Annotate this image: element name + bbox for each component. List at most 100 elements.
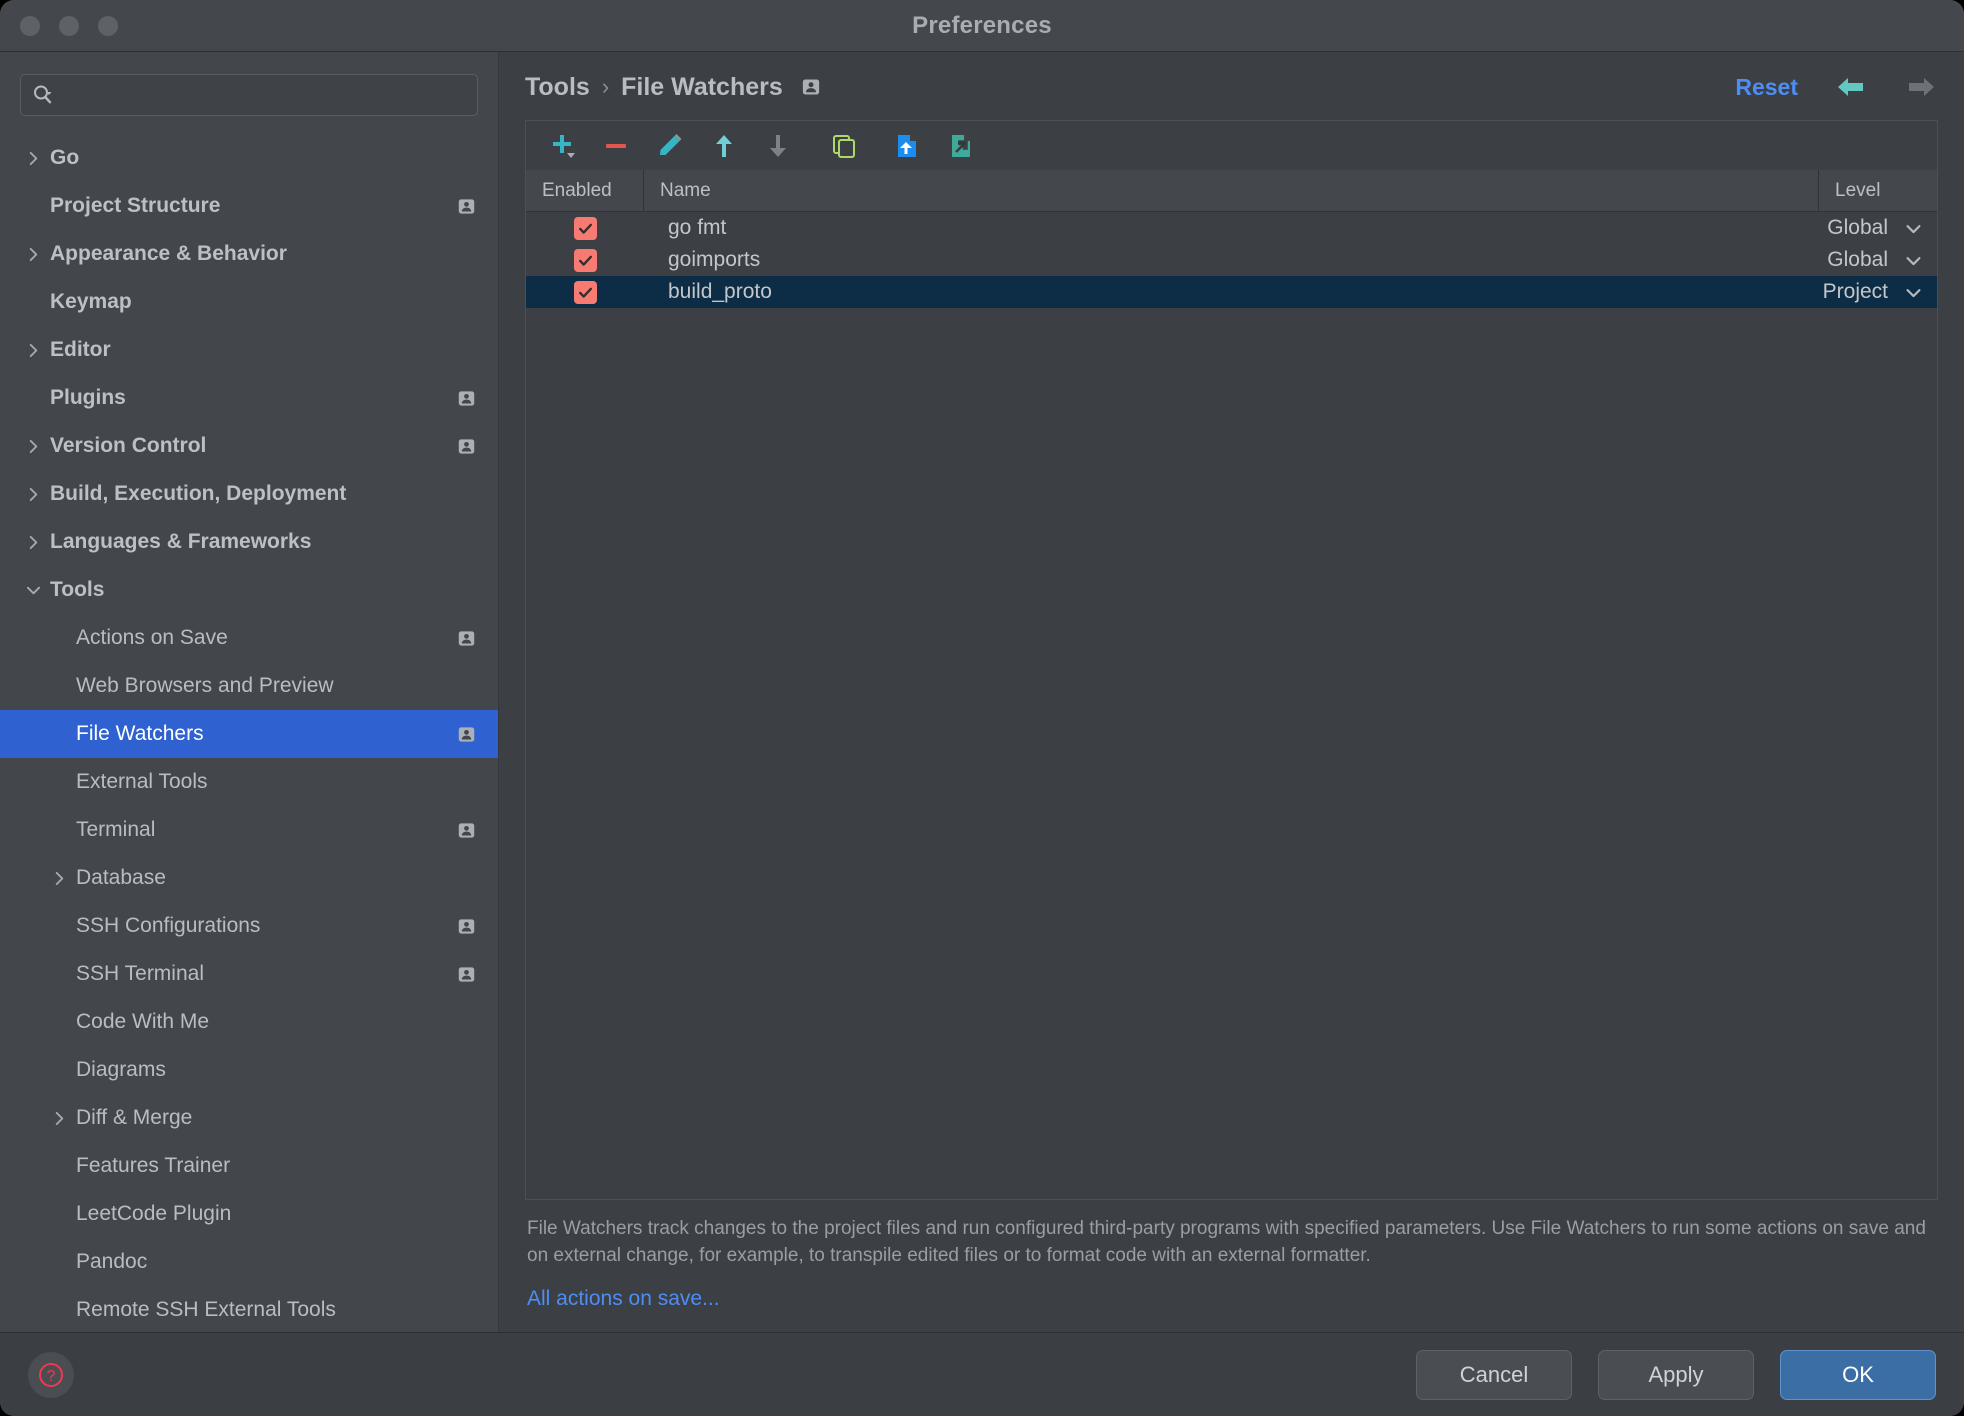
sidebar-item-label: Diff & Merge bbox=[76, 1106, 193, 1129]
preferences-window: Preferences Go Project Structure Appearanc bbox=[0, 0, 1964, 1416]
sidebar-item-database[interactable]: Database bbox=[0, 854, 498, 902]
add-watcher-button[interactable] bbox=[540, 126, 584, 166]
sidebar-item-label: Build, Execution, Deployment bbox=[50, 482, 347, 505]
project-scope-badge-icon bbox=[801, 77, 821, 97]
copy-icon[interactable] bbox=[822, 126, 866, 166]
chevron-right-icon[interactable] bbox=[22, 243, 44, 265]
sidebar-item-keymap[interactable]: Keymap bbox=[0, 278, 498, 326]
apply-button[interactable]: Apply bbox=[1598, 1349, 1754, 1400]
enabled-cell bbox=[526, 248, 644, 272]
sidebar-item-code-with-me[interactable]: Code With Me bbox=[0, 998, 498, 1046]
watcher-name-cell: go fmt bbox=[668, 216, 727, 239]
project-scope-badge-icon bbox=[457, 917, 476, 936]
column-header-name[interactable]: Name bbox=[644, 170, 1819, 211]
sidebar-item-build-execution-deployment[interactable]: Build, Execution, Deployment bbox=[0, 470, 498, 518]
window-title: Preferences bbox=[912, 11, 1052, 39]
sidebar-item-languages-frameworks[interactable]: Languages & Frameworks bbox=[0, 518, 498, 566]
import-file-icon[interactable] bbox=[884, 126, 928, 166]
chevron-down-icon[interactable] bbox=[22, 579, 44, 601]
remove-watcher-button[interactable] bbox=[594, 126, 638, 166]
project-scope-badge-icon bbox=[457, 725, 476, 744]
sidebar-item-label: Database bbox=[76, 866, 166, 889]
panel-description: File Watchers track changes to the proje… bbox=[525, 1200, 1938, 1314]
chevron-down-icon[interactable] bbox=[1904, 251, 1923, 270]
table-row[interactable]: go fmt Global bbox=[526, 212, 1937, 244]
search-input[interactable] bbox=[63, 85, 467, 105]
sidebar-item-ssh-configurations[interactable]: SSH Configurations bbox=[0, 902, 498, 950]
sidebar-item-label: SSH Configurations bbox=[76, 914, 261, 937]
all-actions-on-save-link[interactable]: All actions on save... bbox=[527, 1284, 720, 1314]
description-text: File Watchers track changes to the proje… bbox=[527, 1218, 1926, 1267]
sidebar-item-plugins[interactable]: Plugins bbox=[0, 374, 498, 422]
watcher-level-cell[interactable]: Project bbox=[1767, 280, 1937, 304]
chevron-right-icon[interactable] bbox=[22, 531, 44, 553]
sidebar-item-label: Diagrams bbox=[76, 1058, 166, 1081]
chevron-down-icon[interactable] bbox=[1904, 283, 1923, 302]
sidebar-item-label: LeetCode Plugin bbox=[76, 1202, 232, 1225]
sidebar-item-label: Editor bbox=[50, 338, 111, 361]
settings-tree: Go Project Structure Appearance & Behavior… bbox=[0, 128, 498, 1332]
sidebar-item-web-browsers-and-preview[interactable]: Web Browsers and Preview bbox=[0, 662, 498, 710]
project-scope-badge-icon bbox=[457, 389, 476, 408]
search-box[interactable] bbox=[20, 74, 478, 116]
ok-button[interactable]: OK bbox=[1780, 1349, 1936, 1400]
chevron-right-icon[interactable] bbox=[22, 147, 44, 169]
table-header-row: Enabled Name Level bbox=[526, 170, 1937, 212]
sidebar-item-diagrams[interactable]: Diagrams bbox=[0, 1046, 498, 1094]
breadcrumb-current: File Watchers bbox=[621, 72, 783, 101]
svg-text:?: ? bbox=[47, 1368, 56, 1385]
edit-watcher-button[interactable] bbox=[648, 126, 692, 166]
enabled-checkbox[interactable] bbox=[573, 216, 597, 240]
sidebar-item-editor[interactable]: Editor bbox=[0, 326, 498, 374]
sidebar-item-label: Pandoc bbox=[76, 1250, 148, 1273]
chevron-right-icon[interactable] bbox=[22, 435, 44, 457]
column-header-enabled[interactable]: Enabled bbox=[526, 170, 644, 211]
chevron-right-icon[interactable] bbox=[48, 1107, 70, 1129]
breadcrumb-parent[interactable]: Tools bbox=[525, 73, 590, 102]
sidebar-item-ssh-terminal[interactable]: SSH Terminal bbox=[0, 950, 498, 998]
sidebar-item-actions-on-save[interactable]: Actions on Save bbox=[0, 614, 498, 662]
sidebar-item-remote-ssh-external-tools[interactable]: Remote SSH External Tools bbox=[0, 1286, 498, 1332]
sidebar-item-label: Remote SSH External Tools bbox=[76, 1298, 336, 1321]
column-header-level[interactable]: Level bbox=[1819, 170, 1937, 211]
enabled-checkbox[interactable] bbox=[573, 280, 597, 304]
sidebar-item-version-control[interactable]: Version Control bbox=[0, 422, 498, 470]
sidebar-item-leetcode-plugin[interactable]: LeetCode Plugin bbox=[0, 1190, 498, 1238]
window-title-bar: Preferences bbox=[0, 0, 1964, 52]
cancel-button[interactable]: Cancel bbox=[1416, 1349, 1572, 1400]
table-row[interactable]: build_proto Project bbox=[526, 276, 1937, 308]
table-row[interactable]: goimports Global bbox=[526, 244, 1937, 276]
arrow-left-icon[interactable] bbox=[1834, 74, 1868, 100]
settings-main-panel: Tools › File Watchers Reset Enabled Name… bbox=[499, 52, 1964, 1332]
sidebar-item-file-watchers[interactable]: File Watchers bbox=[0, 710, 498, 758]
export-file-icon[interactable] bbox=[938, 126, 982, 166]
sidebar-item-go[interactable]: Go bbox=[0, 134, 498, 182]
sidebar-item-features-trainer[interactable]: Features Trainer bbox=[0, 1142, 498, 1190]
sidebar-item-external-tools[interactable]: External Tools bbox=[0, 758, 498, 806]
file-watchers-panel: Enabled Name Level go fmt Global goimports… bbox=[525, 114, 1938, 1332]
reset-button[interactable]: Reset bbox=[1735, 74, 1798, 101]
search-container bbox=[0, 52, 498, 128]
dialog-buttons: Cancel Apply OK bbox=[1416, 1349, 1936, 1400]
sidebar-item-appearance-behavior[interactable]: Appearance & Behavior bbox=[0, 230, 498, 278]
move-up-button[interactable] bbox=[702, 126, 746, 166]
sidebar-item-tools[interactable]: Tools bbox=[0, 566, 498, 614]
watcher-level-cell[interactable]: Global bbox=[1767, 248, 1937, 272]
project-scope-badge-icon bbox=[457, 197, 476, 216]
enabled-cell bbox=[526, 216, 644, 240]
chevron-right-icon[interactable] bbox=[48, 867, 70, 889]
sidebar-item-diff-merge[interactable]: Diff & Merge bbox=[0, 1094, 498, 1142]
sidebar-item-label: Keymap bbox=[50, 290, 132, 313]
sidebar-item-label: Terminal bbox=[76, 818, 156, 841]
sidebar-item-label: Appearance & Behavior bbox=[50, 242, 287, 265]
sidebar-item-project-structure[interactable]: Project Structure bbox=[0, 182, 498, 230]
chevron-right-icon[interactable] bbox=[22, 339, 44, 361]
sidebar-item-terminal[interactable]: Terminal bbox=[0, 806, 498, 854]
chevron-down-icon[interactable] bbox=[1904, 219, 1923, 238]
help-button[interactable]: ? bbox=[28, 1351, 74, 1398]
watcher-level-cell[interactable]: Global bbox=[1767, 216, 1937, 240]
project-scope-badge-icon bbox=[457, 437, 476, 456]
chevron-right-icon[interactable] bbox=[22, 483, 44, 505]
sidebar-item-pandoc[interactable]: Pandoc bbox=[0, 1238, 498, 1286]
enabled-checkbox[interactable] bbox=[573, 248, 597, 272]
